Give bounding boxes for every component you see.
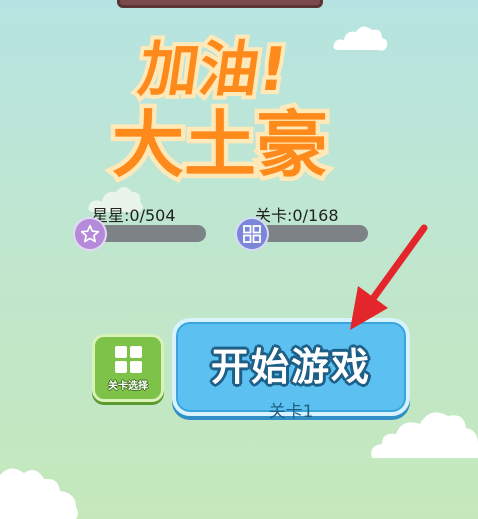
levels-label: 关卡:0/168 [255,206,339,225]
title-line1: 加油! [134,35,291,105]
star-badge [75,219,105,249]
game-title: 加油! 大土豪 [107,31,332,190]
title-line2: 大土豪 [112,103,328,187]
stars-value: 0/504 [129,206,176,225]
level-badge [237,219,267,249]
arrow-icon [350,224,428,330]
grid-icon [243,225,261,243]
star-icon [80,224,100,243]
current-level-label: 关卡1 [268,402,314,422]
cloud-icon [0,468,78,519]
level-select-button[interactable]: 关卡选择 [92,334,164,402]
grid-icon [114,346,142,373]
levels-value: 0/168 [292,206,339,225]
start-game-label: 开始游戏 [210,345,371,389]
level-select-label: 关卡选择 [108,381,148,392]
top-banner [117,0,323,8]
stars-label: 星星:0/504 [92,206,176,225]
